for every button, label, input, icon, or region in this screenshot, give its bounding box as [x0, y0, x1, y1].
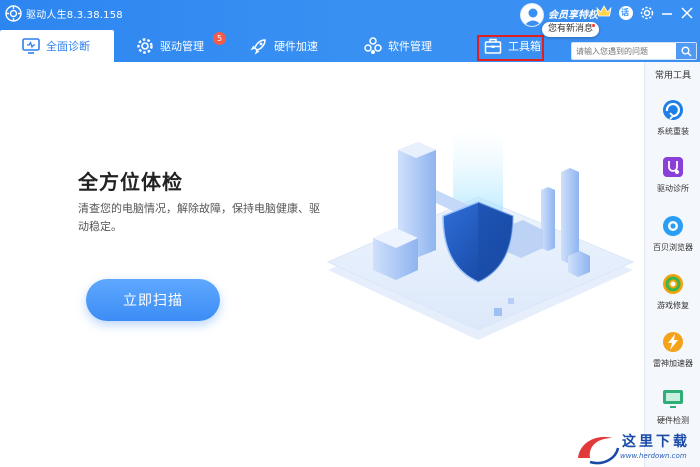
- search-icon: [681, 46, 692, 57]
- hardware-check-icon: [663, 390, 683, 408]
- rocket-icon: [250, 39, 266, 55]
- new-message-badge[interactable]: 您有新消息: [542, 22, 600, 37]
- settings-icon[interactable]: [639, 5, 655, 21]
- game-repair-icon: [663, 274, 683, 294]
- sidebar-item-label: 百贝浏览器: [653, 243, 693, 252]
- sidebar-item-browser[interactable]: 百贝浏览器: [645, 214, 700, 264]
- avatar[interactable]: [520, 3, 544, 27]
- gear-icon: [137, 38, 153, 54]
- user-icon: [524, 8, 542, 26]
- user-badge-button[interactable]: 话: [618, 5, 634, 21]
- tower-right: [561, 168, 579, 264]
- vip-privilege-link[interactable]: 会员享特权: [548, 6, 598, 21]
- tab-label: 全面诊断: [46, 40, 90, 53]
- monitor-icon: [22, 38, 40, 54]
- tab-label: 软件管理: [388, 40, 432, 53]
- sidebar-item-label: 系统重装: [657, 127, 689, 136]
- sidebar-heading: 常用工具: [654, 71, 691, 81]
- sidebar-item-label: 雷神加速器: [653, 359, 693, 368]
- close-icon[interactable]: [679, 5, 695, 21]
- watermark-url: www.herdown.com: [620, 452, 687, 460]
- sidebar-item-label: 硬件检测: [657, 416, 689, 425]
- system-reinstall-icon: [663, 100, 683, 120]
- browser-icon: [663, 216, 683, 236]
- sidebar-item-accelerator[interactable]: 雷神加速器: [645, 330, 700, 380]
- security-illustration: [326, 130, 635, 340]
- tab-label: 驱动管理: [160, 40, 204, 53]
- apps-icon: [364, 37, 382, 54]
- sidebar-item-label: 驱动诊所: [657, 184, 689, 193]
- page-subtitle: 清查您的电脑情况，解除故障，保持电脑健康、驱动稳定。: [78, 202, 320, 233]
- window-title: 驱动人生8.3.38.158: [26, 10, 123, 21]
- user-badge-text: 话: [621, 8, 629, 17]
- unread-dot: [592, 24, 596, 27]
- search-input[interactable]: [572, 43, 676, 59]
- tools-sidebar: 常用工具 系统重装 驱动诊所 百贝浏览器 游戏修复 雷神加速器 硬件检测: [644, 62, 700, 467]
- tab-hardware-acceleration[interactable]: 硬件加速: [250, 30, 318, 62]
- driver-clinic-icon: [663, 157, 683, 177]
- search-button[interactable]: [676, 43, 696, 59]
- app-logo-icon: [5, 5, 22, 22]
- sidebar-item-label: 游戏修复: [657, 301, 689, 310]
- sidebar-item-system-reinstall[interactable]: 系统重装: [645, 98, 700, 148]
- scan-now-button[interactable]: 立即扫描: [86, 279, 220, 321]
- driver-update-badge: 5: [213, 32, 226, 45]
- sidebar-item-driver-clinic[interactable]: 驱动诊所: [645, 155, 700, 205]
- sidebar-item-game-repair[interactable]: 游戏修复: [645, 272, 700, 322]
- accelerator-icon: [663, 332, 683, 352]
- page-title: 全方位体检: [78, 170, 183, 194]
- tab-software-management[interactable]: 软件管理: [364, 30, 432, 62]
- toolbox-highlight-box: [477, 35, 544, 61]
- tab-full-diagnosis[interactable]: 全面诊断: [0, 30, 114, 62]
- tab-driver-management[interactable]: 驱动管理: [136, 30, 204, 62]
- new-message-text: 您有新消息: [548, 24, 594, 34]
- watermark-text: 这里下载: [622, 434, 690, 450]
- minimize-icon[interactable]: [659, 5, 675, 21]
- search-box: [571, 42, 697, 60]
- tab-label: 硬件加速: [274, 40, 318, 53]
- crown-icon: [596, 5, 612, 17]
